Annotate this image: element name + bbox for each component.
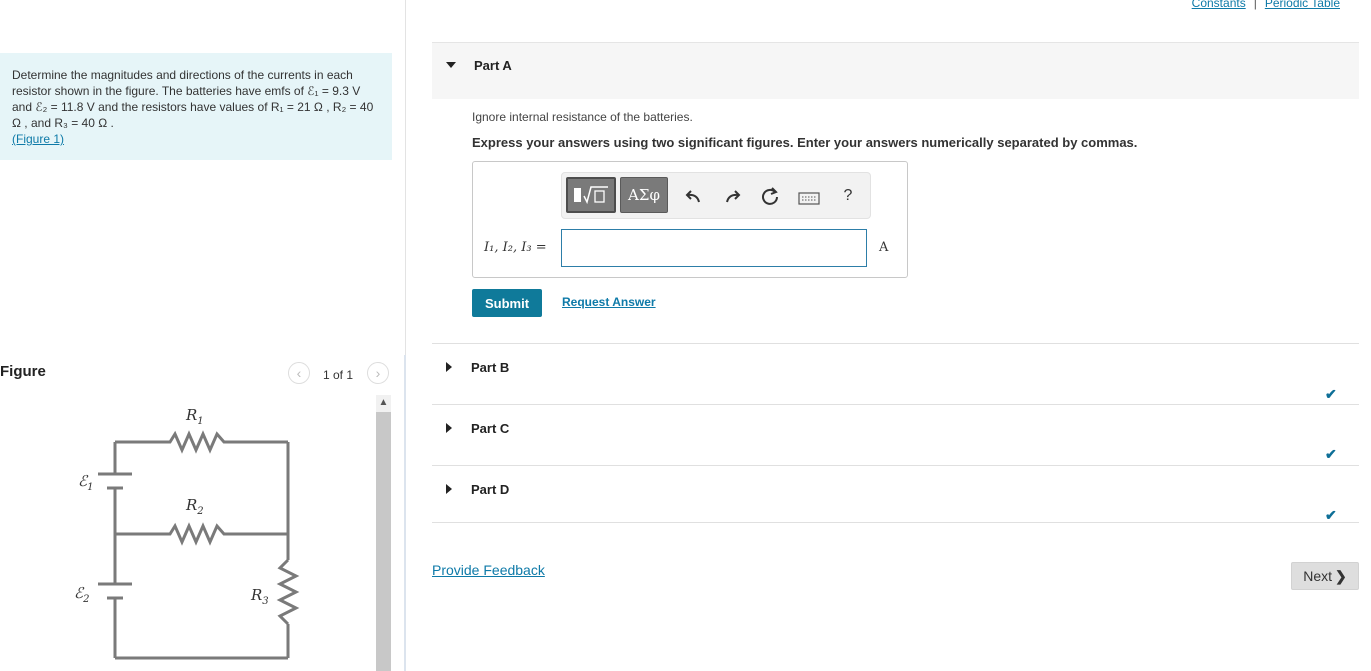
figure-link[interactable]: (Figure 1): [12, 132, 64, 146]
scroll-up-button[interactable]: ▲: [376, 395, 391, 410]
chevron-right-icon: ›: [375, 365, 381, 381]
label-e1: ℰ1: [78, 472, 93, 493]
battery-e2: [98, 582, 132, 600]
label-r2: R2: [185, 496, 204, 517]
reset-icon[interactable]: [758, 184, 782, 208]
link-separator: |: [1253, 0, 1257, 10]
help-button[interactable]: ?: [836, 184, 860, 208]
checkmark-icon: ✔: [1325, 386, 1337, 402]
answer-input[interactable]: [561, 229, 867, 267]
part-d-label[interactable]: Part D: [471, 482, 509, 497]
figure-prev-button[interactable]: ‹: [288, 362, 310, 384]
part-divider: [432, 343, 1359, 344]
caret-right-icon: [446, 484, 452, 494]
caret-right-icon: [446, 362, 452, 372]
chevron-up-icon: ▲: [378, 397, 389, 408]
request-answer-link[interactable]: Request Answer: [562, 295, 656, 309]
part-a-label[interactable]: Part A: [474, 58, 512, 73]
label-r3: R3: [250, 586, 269, 607]
battery-e1: [98, 472, 132, 490]
part-a-header[interactable]: [432, 42, 1359, 99]
part-c-label[interactable]: Part C: [471, 421, 509, 436]
periodic-table-link[interactable]: Periodic Table: [1265, 0, 1340, 10]
caret-right-icon: [446, 423, 452, 433]
top-links: Constants | Periodic Table: [1192, 0, 1340, 10]
next-button[interactable]: Next ❯: [1291, 562, 1359, 590]
undo-icon[interactable]: [682, 184, 706, 208]
figure-title: Figure: [0, 363, 46, 380]
redo-icon[interactable]: [720, 184, 744, 208]
answer-label: I₁, I₂, I₃ =: [484, 240, 547, 255]
templates-icon: [574, 186, 608, 205]
chevron-left-icon: ‹: [296, 365, 302, 381]
circuit-diagram: R1 R2 R3 ℰ1 ℰ2: [74, 406, 300, 660]
panel-divider-accent: [404, 355, 406, 671]
next-button-label: Next: [1303, 568, 1333, 584]
figure-scrollbar-thumb[interactable]: [376, 412, 391, 671]
chevron-right-icon: ❯: [1335, 567, 1347, 584]
constants-link[interactable]: Constants: [1192, 0, 1246, 10]
part-b-label[interactable]: Part B: [471, 360, 509, 375]
problem-text: Determine the magnitudes and directions …: [12, 68, 374, 130]
instruction-text: Ignore internal resistance of the batter…: [472, 110, 693, 124]
checkmark-icon: ✔: [1325, 446, 1337, 462]
figure-pager-text: 1 of 1: [323, 368, 354, 382]
figure-next-button[interactable]: ›: [367, 362, 389, 384]
part-divider: [432, 404, 1359, 405]
label-r1: R1: [185, 406, 204, 427]
instruction-bold-text: Express your answers using two significa…: [472, 135, 1138, 150]
part-divider: [432, 522, 1359, 523]
part-divider: [432, 465, 1359, 466]
templates-button[interactable]: [566, 177, 616, 213]
provide-feedback-link[interactable]: Provide Feedback: [432, 562, 545, 578]
answer-unit: A: [879, 240, 889, 255]
problem-statement: Determine the magnitudes and directions …: [0, 53, 392, 160]
caret-down-icon: [446, 62, 456, 68]
label-e2: ℰ2: [74, 584, 89, 605]
submit-button[interactable]: Submit: [472, 289, 542, 317]
keyboard-icon[interactable]: [797, 186, 821, 210]
greek-symbols-button[interactable]: ΑΣφ: [620, 177, 668, 213]
